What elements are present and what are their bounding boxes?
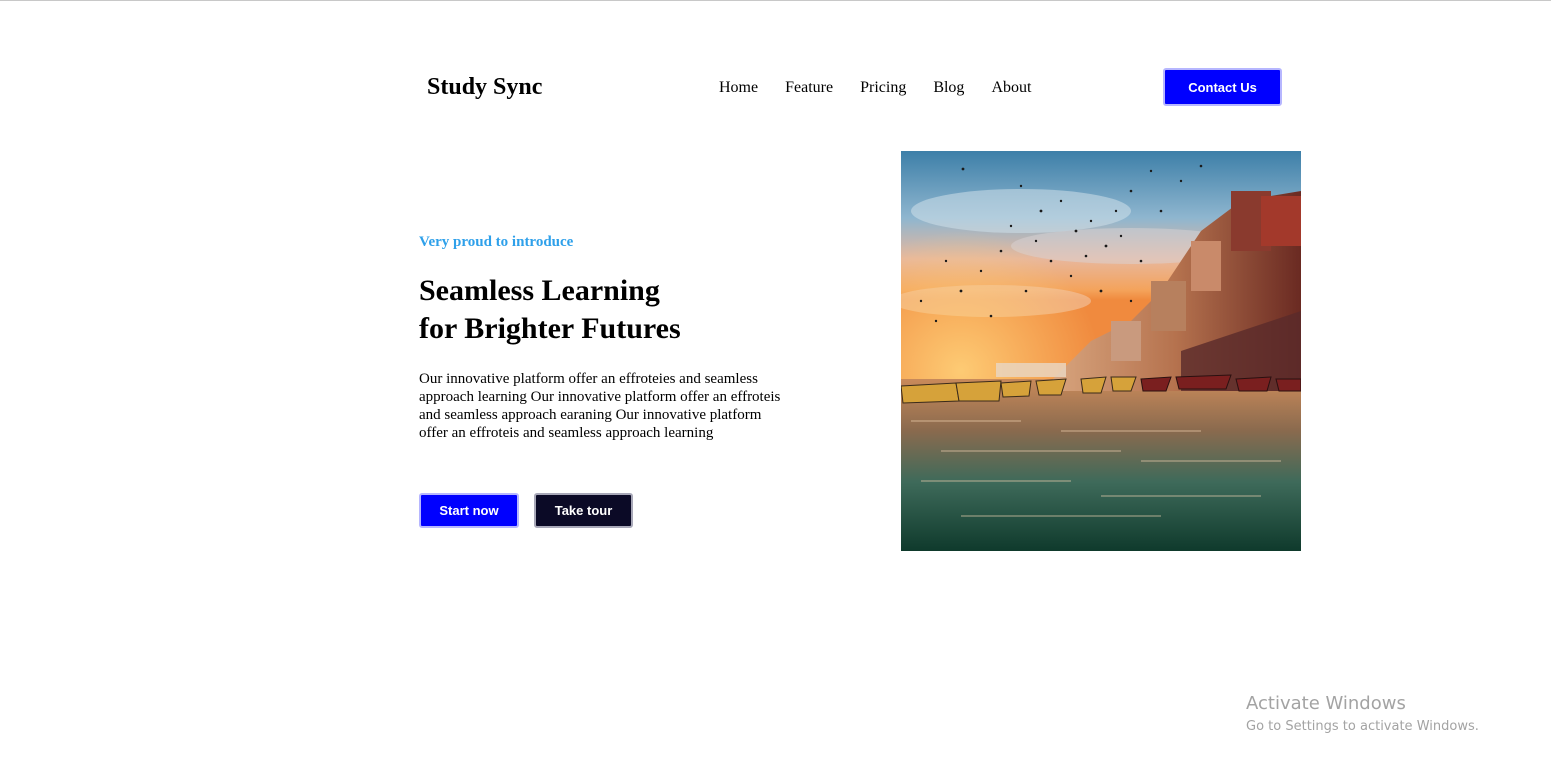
nav-link-home[interactable]: Home (719, 78, 758, 98)
watermark-subtitle: Go to Settings to activate Windows. (1246, 719, 1479, 734)
hero-image (901, 151, 1301, 551)
nav-link-blog[interactable]: Blog (933, 78, 964, 98)
site-logo[interactable]: Study Sync (427, 73, 542, 101)
hero-eyebrow: Very proud to introduce (419, 234, 574, 250)
nav-link-feature[interactable]: Feature (785, 78, 833, 98)
hero-headline: Seamless Learning for Brighter Futures (419, 272, 681, 348)
river-ghats-photo (901, 151, 1301, 551)
top-navbar: Study Sync Home Feature Pricing Blog Abo… (0, 1, 1551, 131)
main-menu: Home Feature Pricing Blog About (719, 78, 1031, 98)
windows-activation-watermark: Activate Windows Go to Settings to activ… (1246, 693, 1479, 738)
headline-line-1: Seamless Learning (419, 274, 660, 307)
nav-link-pricing[interactable]: Pricing (860, 78, 906, 98)
nav-link-about[interactable]: About (991, 78, 1031, 98)
headline-line-2: for Brighter Futures (419, 312, 681, 345)
contact-us-button[interactable]: Contact Us (1163, 68, 1282, 106)
start-now-button[interactable]: Start now (419, 493, 519, 528)
hero-description: Our innovative platform offer an effrote… (419, 371, 781, 441)
watermark-title: Activate Windows (1246, 693, 1406, 714)
take-tour-button[interactable]: Take tour (534, 493, 633, 528)
